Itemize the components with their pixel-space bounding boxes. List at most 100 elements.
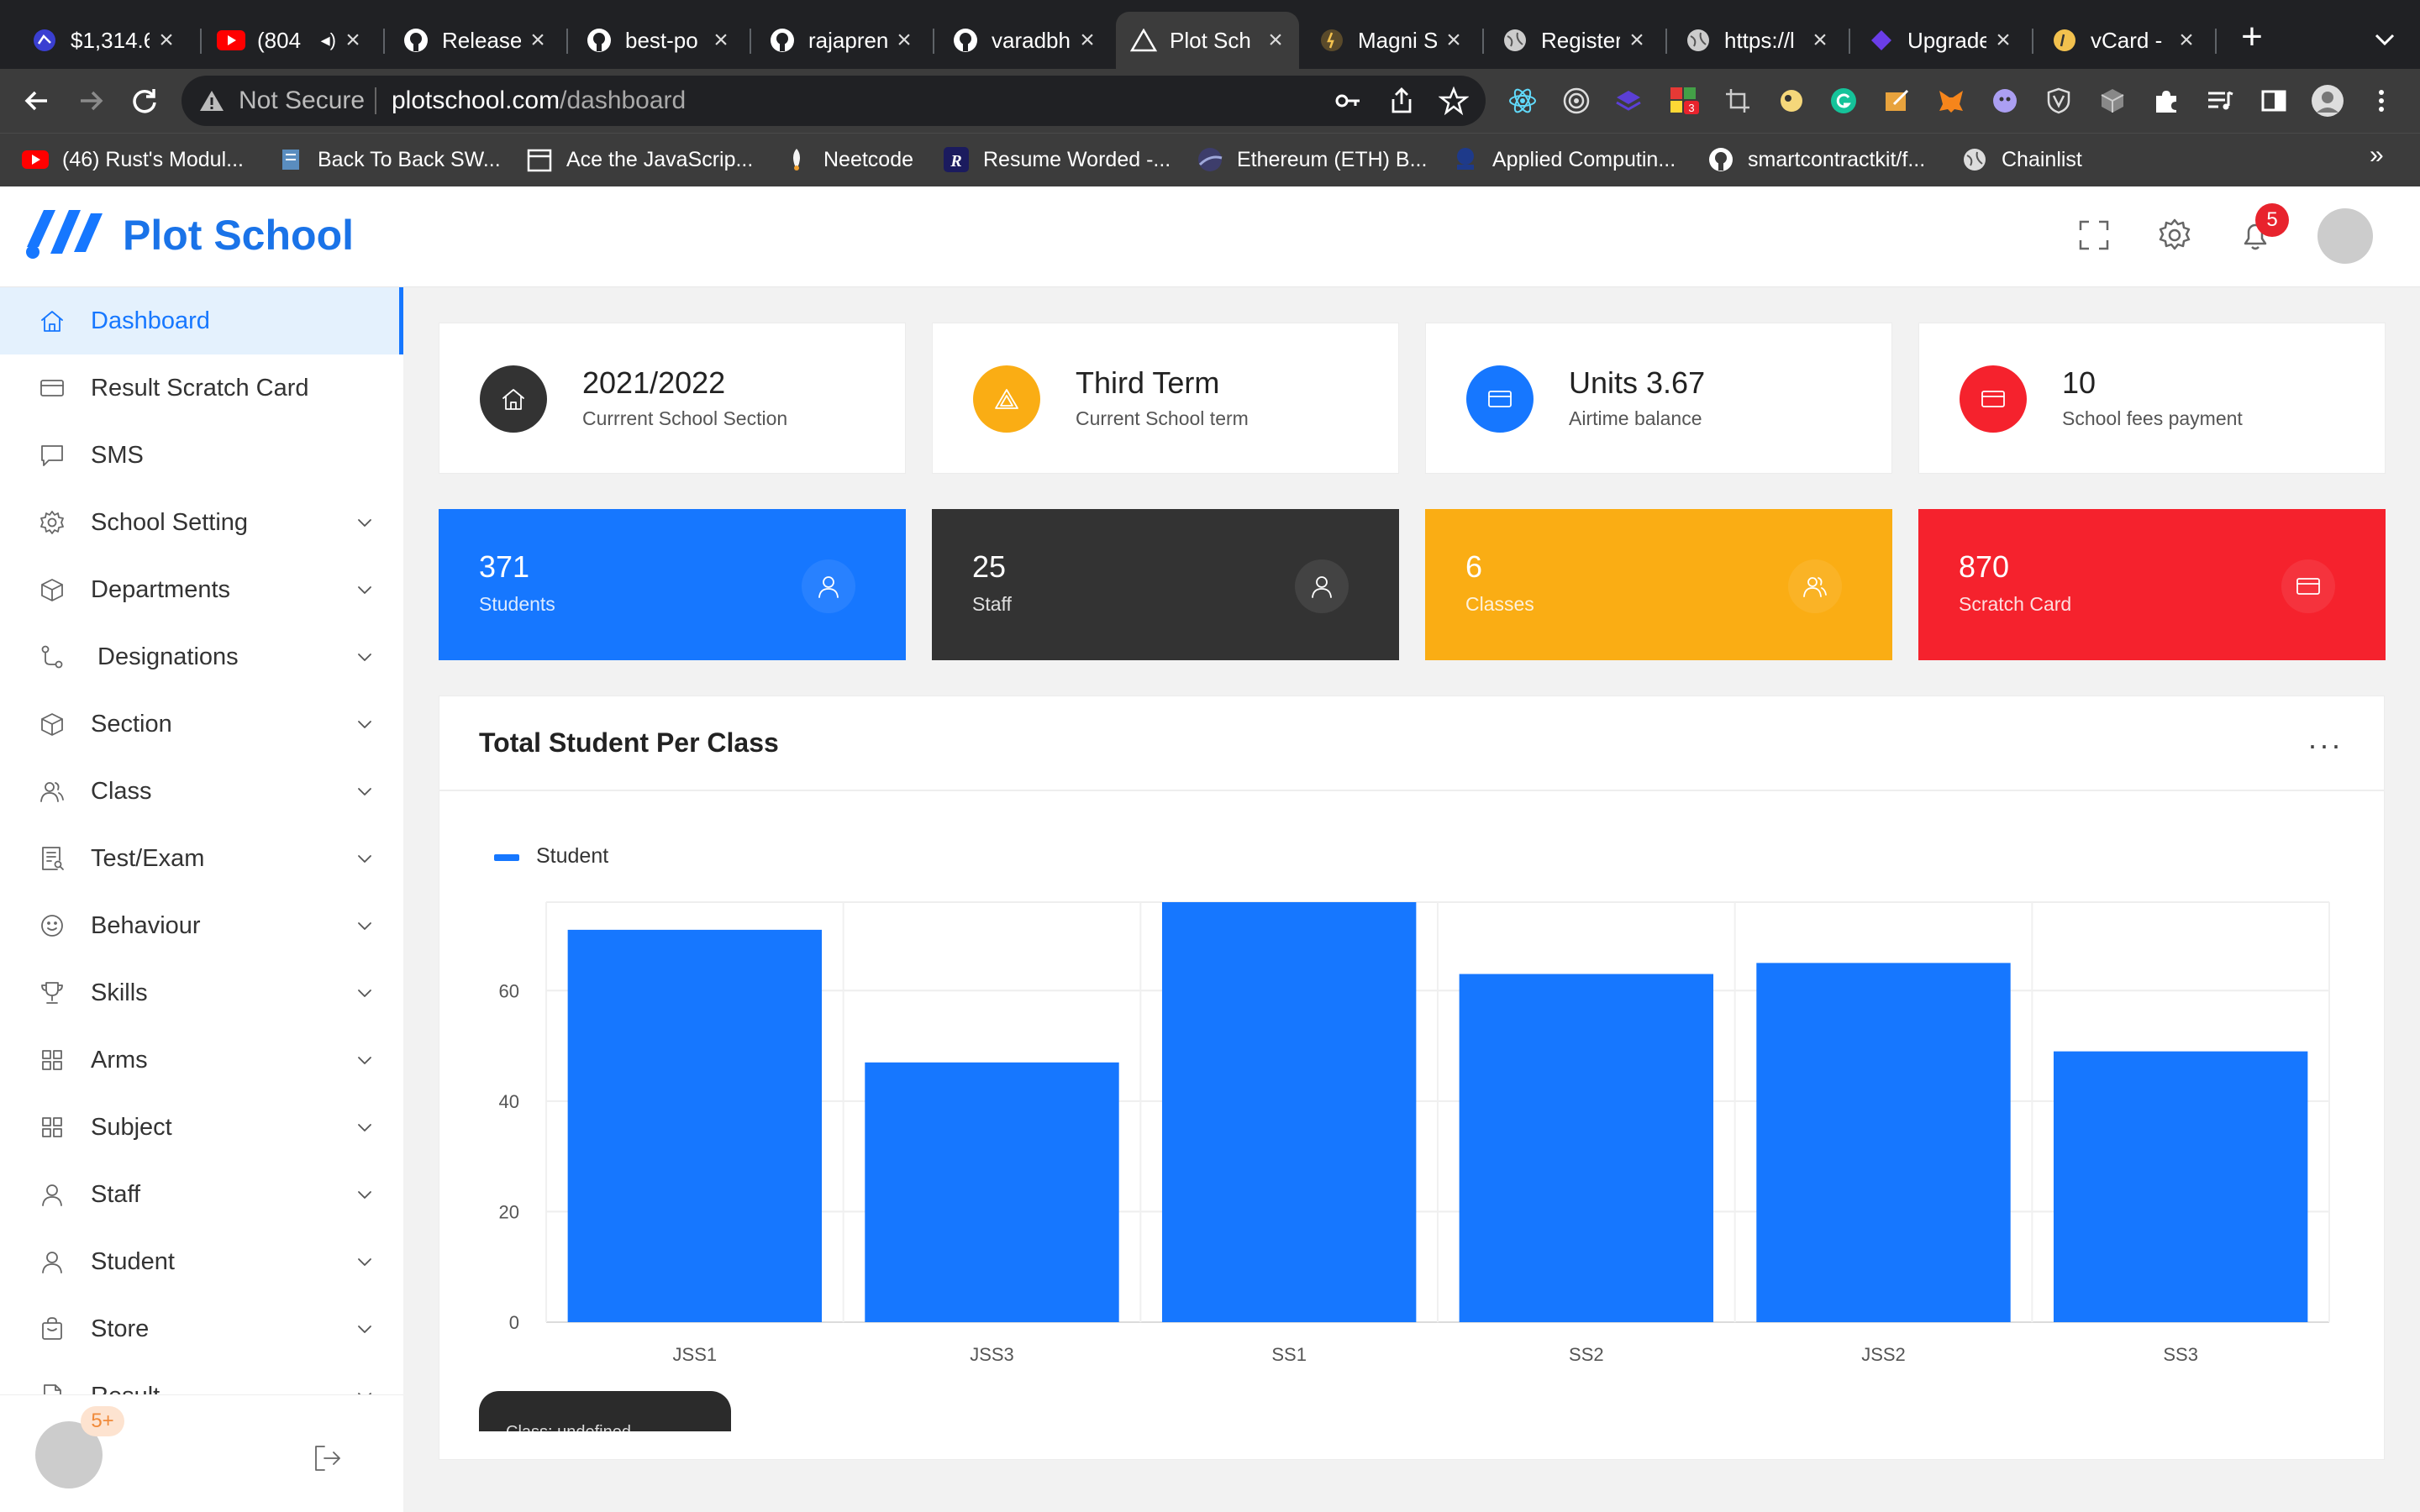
- bookmarks-overflow-button[interactable]: »: [2370, 141, 2384, 170]
- bookmark-5[interactable]: R Resume Worded -...: [943, 143, 1171, 176]
- tab-7-active[interactable]: Plot Sch ×: [1116, 12, 1299, 69]
- media-control-icon[interactable]: [2203, 84, 2237, 118]
- warning-icon[interactable]: [198, 87, 225, 114]
- tab-8[interactable]: Magni S ×: [1304, 12, 1477, 69]
- metamask-icon[interactable]: [1934, 84, 1968, 118]
- new-tab-button[interactable]: +: [2235, 18, 2269, 55]
- bookmark-1[interactable]: (46) Rust's Modul...: [22, 143, 244, 176]
- tab-12[interactable]: vCard - ×: [2037, 12, 2210, 69]
- close-icon[interactable]: ×: [2176, 26, 2196, 55]
- shield-icon[interactable]: [2042, 84, 2075, 118]
- stat-card-classes[interactable]: 6 Classes: [1425, 509, 1892, 660]
- close-icon[interactable]: ×: [1627, 26, 1647, 55]
- profile-avatar[interactable]: [2311, 84, 2344, 118]
- chevron-down-icon[interactable]: [353, 712, 376, 736]
- sidebar-item-sms[interactable]: SMS: [0, 422, 403, 489]
- url-text[interactable]: plotschool.com/dashboard: [392, 85, 686, 117]
- sidebar-item-subject[interactable]: Subject: [0, 1094, 403, 1161]
- tab-4[interactable]: best-po ×: [571, 12, 744, 69]
- bookmark-4[interactable]: Neetcode: [783, 143, 913, 176]
- close-icon[interactable]: ×: [1810, 26, 1830, 55]
- sidebar-item-result-scratch-card[interactable]: Result Scratch Card: [0, 354, 403, 422]
- tab-3[interactable]: Release ×: [388, 12, 561, 69]
- tab-9[interactable]: Register ×: [1487, 12, 1660, 69]
- chevron-down-icon[interactable]: [353, 1183, 376, 1206]
- sidebar-item-student[interactable]: Student: [0, 1228, 403, 1295]
- grammarly-icon[interactable]: [1827, 84, 1860, 118]
- address-bar[interactable]: [182, 76, 1486, 126]
- browser-menu-icon[interactable]: [2365, 84, 2398, 118]
- crop-icon[interactable]: [1721, 84, 1754, 118]
- sidebar-item-skills[interactable]: Skills: [0, 959, 403, 1026]
- tab-10[interactable]: https://l ×: [1670, 12, 1844, 69]
- more-options-icon[interactable]: ···: [2307, 727, 2343, 763]
- bookmark-star-icon[interactable]: [1439, 86, 1469, 116]
- ghost-icon[interactable]: [1988, 84, 2022, 118]
- legend-label[interactable]: Student: [536, 844, 608, 869]
- chevron-down-icon[interactable]: [353, 1116, 376, 1139]
- bird-icon[interactable]: [1775, 84, 1808, 118]
- sidebar-item-departments[interactable]: Departments: [0, 556, 403, 623]
- fullscreen-icon[interactable]: [2075, 217, 2112, 254]
- chevron-down-icon[interactable]: [353, 1250, 376, 1273]
- chevron-down-icon[interactable]: [353, 645, 376, 669]
- sidebar-item-result[interactable]: Result: [0, 1362, 403, 1394]
- key-icon[interactable]: [1333, 86, 1363, 116]
- chevron-down-icon[interactable]: [353, 981, 376, 1005]
- logo-icon[interactable]: [22, 202, 109, 262]
- bookmark-8[interactable]: smartcontractkit/f...: [1707, 143, 1925, 176]
- speaker-icon[interactable]: ◂): [321, 29, 336, 51]
- forward-button[interactable]: [71, 81, 111, 121]
- tab-5[interactable]: rajapren ×: [755, 12, 928, 69]
- tab-6[interactable]: varadbh ×: [938, 12, 1111, 69]
- bookmark-3[interactable]: Ace the JavaScrip...: [526, 143, 753, 176]
- cube-icon[interactable]: [2096, 84, 2129, 118]
- stat-card-students[interactable]: 371 Students: [439, 509, 906, 660]
- bookmark-7[interactable]: Applied Computin...: [1452, 143, 1676, 176]
- notification-badge[interactable]: 5: [2255, 203, 2289, 237]
- sidebar-item-behaviour[interactable]: Behaviour: [0, 892, 403, 959]
- chevron-down-icon[interactable]: [353, 578, 376, 601]
- tab-search-chevron-icon[interactable]: [2370, 22, 2400, 55]
- close-icon[interactable]: ×: [528, 26, 548, 55]
- close-icon[interactable]: ×: [156, 26, 176, 55]
- bookmark-2[interactable]: Back To Back SW...: [277, 143, 501, 176]
- settings-gear-icon[interactable]: [2156, 217, 2193, 254]
- user-avatar[interactable]: [2317, 208, 2373, 264]
- chevron-down-icon[interactable]: [353, 1384, 376, 1394]
- sidebar-item-store[interactable]: Store: [0, 1295, 403, 1362]
- layers-icon[interactable]: [1612, 84, 1645, 118]
- bookmark-9[interactable]: Chainlist: [1961, 143, 2082, 176]
- chevron-down-icon[interactable]: [353, 1317, 376, 1341]
- sidebar-item-dashboard[interactable]: Dashboard: [0, 287, 403, 354]
- chevron-down-icon[interactable]: [353, 780, 376, 803]
- tab-11[interactable]: Upgrade ×: [1854, 12, 2027, 69]
- legend-swatch[interactable]: [494, 854, 519, 861]
- bookmark-6[interactable]: Ethereum (ETH) B...: [1197, 143, 1427, 176]
- chevron-down-icon[interactable]: [353, 914, 376, 937]
- puzzle-icon[interactable]: [2149, 84, 2183, 118]
- edit-icon[interactable]: [1881, 84, 1914, 118]
- close-icon[interactable]: ×: [1444, 26, 1464, 55]
- close-icon[interactable]: ×: [343, 26, 363, 55]
- sidebar-item-designations[interactable]: Designations: [0, 623, 403, 690]
- target-icon[interactable]: [1560, 84, 1593, 118]
- sidebar-item-class[interactable]: Class: [0, 758, 403, 825]
- sidebar-item-section[interactable]: Section: [0, 690, 403, 758]
- security-status[interactable]: Not Secure: [239, 85, 365, 117]
- tab-2[interactable]: (804 ◂) ×: [203, 12, 376, 69]
- close-icon[interactable]: ×: [1993, 26, 2013, 55]
- sidebar-item-school-setting[interactable]: School Setting: [0, 489, 403, 556]
- app-title[interactable]: Plot School: [123, 210, 354, 260]
- close-icon[interactable]: ×: [1077, 26, 1097, 55]
- close-icon[interactable]: ×: [711, 26, 731, 55]
- chevron-down-icon[interactable]: [353, 847, 376, 870]
- tab-1[interactable]: $1,314.6 ×: [17, 12, 190, 69]
- sidebar-item-arms[interactable]: Arms: [0, 1026, 403, 1094]
- reload-button[interactable]: [124, 81, 165, 121]
- colorful-extension-icon[interactable]: 3: [1667, 84, 1701, 118]
- back-button[interactable]: [17, 81, 57, 121]
- close-icon[interactable]: ×: [894, 26, 914, 55]
- chevron-down-icon[interactable]: [353, 1048, 376, 1072]
- sidebar-item-test-exam[interactable]: Test/Exam: [0, 825, 403, 892]
